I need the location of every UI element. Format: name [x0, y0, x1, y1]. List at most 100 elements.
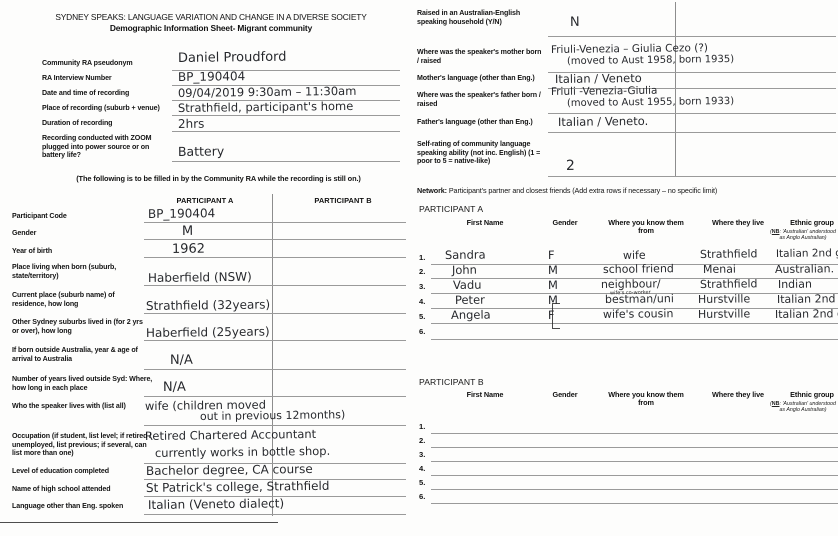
row-value-a-occupation[interactable]: Retired Chartered Accountant: [145, 427, 316, 443]
net-row-rule-a-6: [431, 339, 838, 340]
net-row-num-a-2: 2.: [419, 267, 426, 276]
field-rule-place: [172, 115, 400, 116]
net-row-num-b-2: 2.: [419, 436, 426, 445]
net-cell-first-name-a-1[interactable]: Sandra: [445, 248, 486, 262]
hh-rule-0: [548, 36, 836, 37]
net-col-header-ethnic-group-a: Ethnic group: [790, 218, 834, 227]
row-value-a-occupation-cont[interactable]: currently works in bottle shop.: [155, 444, 330, 460]
hh-value-mother-born-cont[interactable]: (moved to Aust 1958, born 1935): [567, 54, 734, 67]
net-cell-known-from-a-1[interactable]: wife: [623, 249, 646, 262]
net-col-header-where-live-a: Where they live: [711, 218, 765, 227]
net-row-rule-b-2: [431, 447, 838, 448]
field-value-place[interactable]: Strathfield, participant's home: [178, 99, 354, 115]
household-column-divider: [675, 2, 676, 176]
field-label-place: Place of recording (suburb + venue): [42, 104, 160, 112]
row-rule-4: [144, 313, 406, 314]
hh-rule-4: [548, 132, 836, 133]
row-value-a-participant-code[interactable]: BP_190404: [148, 206, 215, 221]
hh-value-father-language[interactable]: Italian / Veneto.: [558, 114, 648, 129]
net-cell-ethnic-a-1[interactable]: Italian 2nd gen.: [776, 247, 838, 260]
hh-value-father-born-cont[interactable]: (moved to Aust 1955, born 1933): [567, 96, 734, 109]
net-cell-where-live-a-2[interactable]: Menai: [703, 263, 736, 276]
field-value-date-time[interactable]: 09/04/2019 9:30am – 11:30am: [178, 84, 357, 100]
net-cell-known-from-a-3[interactable]: neighbour/: [601, 277, 661, 291]
field-label-ra-pseudonym: Community RA pseudonym: [42, 59, 133, 67]
field-value-duration[interactable]: 2hrs: [178, 117, 205, 131]
net-col-header-gender-a: Gender: [552, 218, 578, 227]
network-row-grouping-bracket: [552, 303, 560, 329]
net-cell-ethnic-a-3[interactable]: Indian: [778, 278, 812, 291]
col-header-participant-b: PARTICIPANT B: [314, 196, 372, 205]
net-cell-known-from-a-2[interactable]: school friend: [603, 262, 674, 276]
net-row-rule-b-6: [431, 503, 838, 504]
row-value-a-high-school[interactable]: St Patrick's college, Strathfield: [146, 479, 330, 495]
network-heading-bold: Network:: [417, 186, 447, 195]
field-label-zoom-power: Recording conducted with ZOOM plugged in…: [42, 134, 152, 160]
net-row-rule-b-4: [431, 475, 838, 476]
row-rule-1: [144, 239, 406, 240]
net-col-header-gender-b: Gender: [552, 390, 578, 399]
net-row-num-b-5: 5.: [419, 478, 426, 487]
net-ethnic-nb-a: (NB: 'Australian' understood as Anglo Au…: [770, 229, 836, 242]
net-cell-where-live-a-3[interactable]: Strathfield: [700, 277, 758, 291]
net-cell-first-name-a-5[interactable]: Angela: [451, 308, 491, 322]
net-row-num-b-1: 1.: [419, 422, 426, 431]
hh-value-raised-australian-english[interactable]: N: [570, 15, 580, 30]
row-value-a-education[interactable]: Bachelor degree, CA course: [146, 462, 313, 478]
net-row-num-a-5: 5.: [419, 312, 426, 321]
row-value-a-born-outside-australia[interactable]: N/A: [170, 353, 193, 368]
net-cell-ethnic-a-2[interactable]: Australian.: [775, 262, 834, 276]
row-value-a-years-outside-syd[interactable]: N/A: [163, 380, 186, 395]
field-label-date-time: Date and time of recording: [42, 89, 130, 97]
page-bottom-divider: [0, 522, 278, 523]
row-rule-5: [144, 340, 406, 341]
net-cell-ethnic-a-4[interactable]: Italian 2nd gen: [777, 292, 838, 306]
hh-label-mother-language: Mother's language (other than Eng.): [417, 74, 535, 82]
hh-value-mother-language[interactable]: Italian / Veneto: [555, 71, 642, 86]
row-value-a-lives-with-cont[interactable]: out in previous 12months): [200, 408, 345, 423]
net-col-header-ethnic-group-b: Ethnic group: [790, 390, 834, 399]
row-value-a-language-other[interactable]: Italian (Veneto dialect): [148, 496, 284, 512]
hh-value-father-born[interactable]: Friuli -Venezia-Giulia: [551, 85, 658, 98]
scanned-form-page: SYDNEY SPEAKS: LANGUAGE VARIATION AND CH…: [0, 0, 838, 536]
net-ethnic-nb-text-a: : 'Australian' understood as Anglo Austr…: [779, 229, 836, 242]
row-rule-2: [144, 257, 406, 258]
net-cell-gender-a-2[interactable]: M: [548, 263, 558, 277]
row-label-gender: Gender: [12, 229, 37, 237]
net-cell-where-live-a-1[interactable]: Strathfield: [700, 247, 758, 261]
hh-label-mother-born: Where was the speaker's mother born / ra…: [417, 48, 542, 65]
net-cell-first-name-a-2[interactable]: John: [452, 263, 477, 277]
row-rule-3: [144, 285, 406, 286]
hh-rule-5: [548, 176, 836, 177]
field-value-zoom-power[interactable]: Battery: [178, 143, 224, 159]
row-value-a-current-place[interactable]: Strathfield (32years): [146, 297, 270, 313]
net-col-header-first-name-b: First Name: [466, 390, 504, 399]
row-value-a-year-of-birth[interactable]: 1962: [172, 242, 205, 257]
parental-background-form: Raised in an Australian-English speaking…: [415, 0, 838, 185]
row-value-a-other-suburbs[interactable]: Haberfield (25years): [146, 324, 270, 340]
field-value-interview-number[interactable]: BP_190404: [178, 69, 245, 84]
net-cell-ethnic-a-5[interactable]: Italian 2nd gen: [775, 307, 838, 321]
net-cell-first-name-a-3[interactable]: Vadu: [453, 278, 482, 292]
row-label-place-when-born: Place living when born (suburb, state/te…: [12, 263, 117, 280]
row-label-education: Level of education completed: [12, 467, 109, 475]
row-label-language-other: Language other than Eng. spoken: [12, 502, 124, 510]
net-cell-known-from-a-5[interactable]: wife's cousin: [603, 307, 674, 321]
net-cell-where-live-a-4[interactable]: Hurstville: [698, 292, 750, 306]
row-label-year-of-birth: Year of birth: [12, 247, 53, 255]
net-row-rule-a-5: [431, 323, 838, 324]
net-cell-gender-a-1[interactable]: F: [548, 248, 555, 262]
net-cell-gender-a-3[interactable]: M: [548, 278, 558, 292]
net-cell-first-name-a-4[interactable]: Peter: [455, 293, 485, 307]
net-col-header-known-from-a: Where you know them from: [608, 218, 684, 236]
row-rule-7: [144, 396, 406, 397]
net-row-num-b-3: 3.: [419, 450, 426, 459]
row-value-a-gender[interactable]: M: [182, 224, 193, 239]
hh-value-self-rating[interactable]: 2: [566, 158, 575, 174]
net-ethnic-nb-b: (NB: 'Australian' understood as Anglo Au…: [770, 401, 836, 414]
row-value-a-place-when-born[interactable]: Haberfield (NSW): [148, 270, 252, 285]
field-value-ra-pseudonym[interactable]: Daniel Proudford: [178, 50, 287, 66]
net-cell-known-from-a-4[interactable]: bestman/uni: [605, 292, 674, 306]
row-label-lives-with: Who the speaker lives with (list all): [12, 402, 126, 410]
net-cell-where-live-a-5[interactable]: Hurstville: [698, 307, 750, 321]
